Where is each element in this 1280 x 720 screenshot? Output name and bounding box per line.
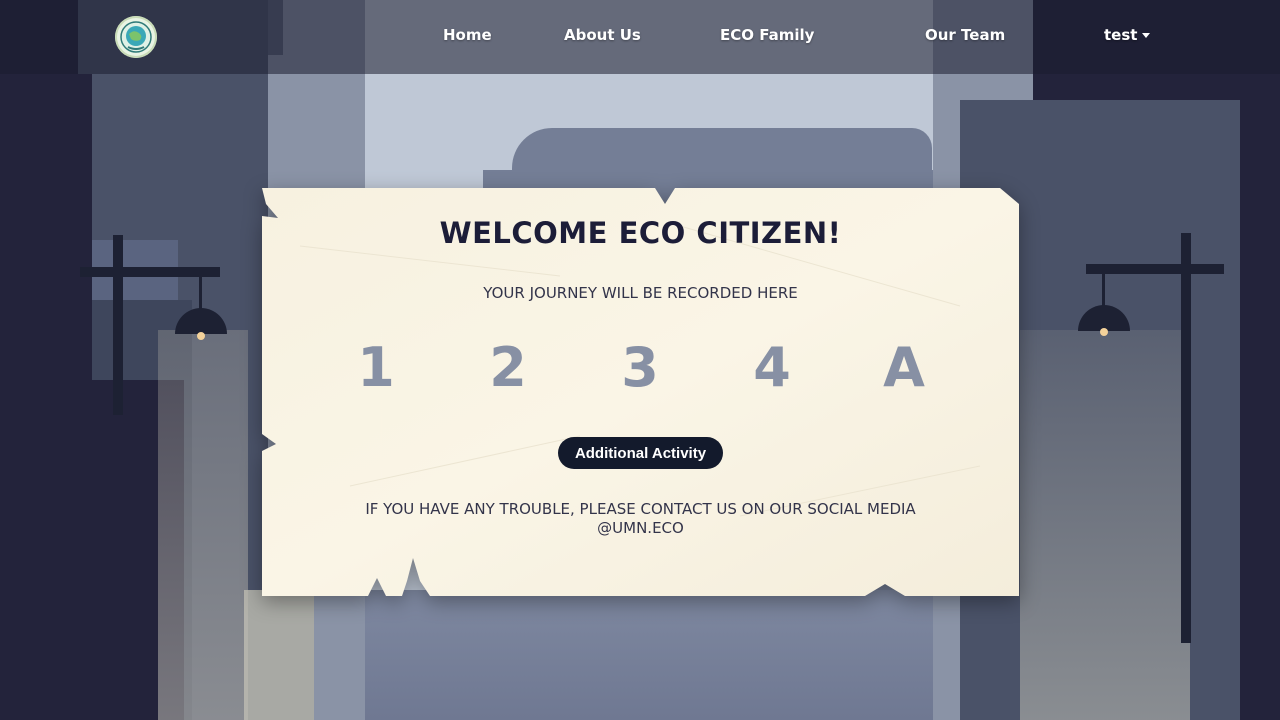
nav-home[interactable]: Home [443, 26, 492, 44]
additional-activity-button[interactable]: Additional Activity [558, 437, 723, 469]
contact-handle[interactable]: @UMN.ECO [260, 519, 1021, 538]
card-content: WELCOME ECO CITIZEN! YOUR JOURNEY WILL B… [260, 186, 1021, 599]
step-a[interactable]: A [874, 336, 934, 399]
nav-our-team[interactable]: Our Team [925, 26, 1005, 44]
step-3[interactable]: 3 [610, 336, 670, 399]
contact-text: IF YOU HAVE ANY TROUBLE, PLEASE CONTACT … [260, 500, 1021, 538]
user-name: test [1104, 26, 1138, 44]
welcome-card: WELCOME ECO CITIZEN! YOUR JOURNEY WILL B… [260, 186, 1021, 599]
eco-logo-icon[interactable] [115, 16, 157, 58]
nav-eco-family[interactable]: ECO Family [720, 26, 814, 44]
navbar: Home About Us ECO Family Our Team test [0, 0, 1280, 74]
nav-about-us[interactable]: About Us [564, 26, 641, 44]
journey-subtitle: YOUR JOURNEY WILL BE RECORDED HERE [483, 284, 798, 302]
contact-line-1: IF YOU HAVE ANY TROUBLE, PLEASE CONTACT … [365, 500, 916, 518]
step-1[interactable]: 1 [346, 336, 406, 399]
step-2[interactable]: 2 [478, 336, 538, 399]
welcome-title: WELCOME ECO CITIZEN! [439, 216, 842, 250]
user-dropdown[interactable]: test [1104, 26, 1151, 44]
caret-down-icon [1142, 33, 1151, 38]
step-4[interactable]: 4 [742, 336, 802, 399]
